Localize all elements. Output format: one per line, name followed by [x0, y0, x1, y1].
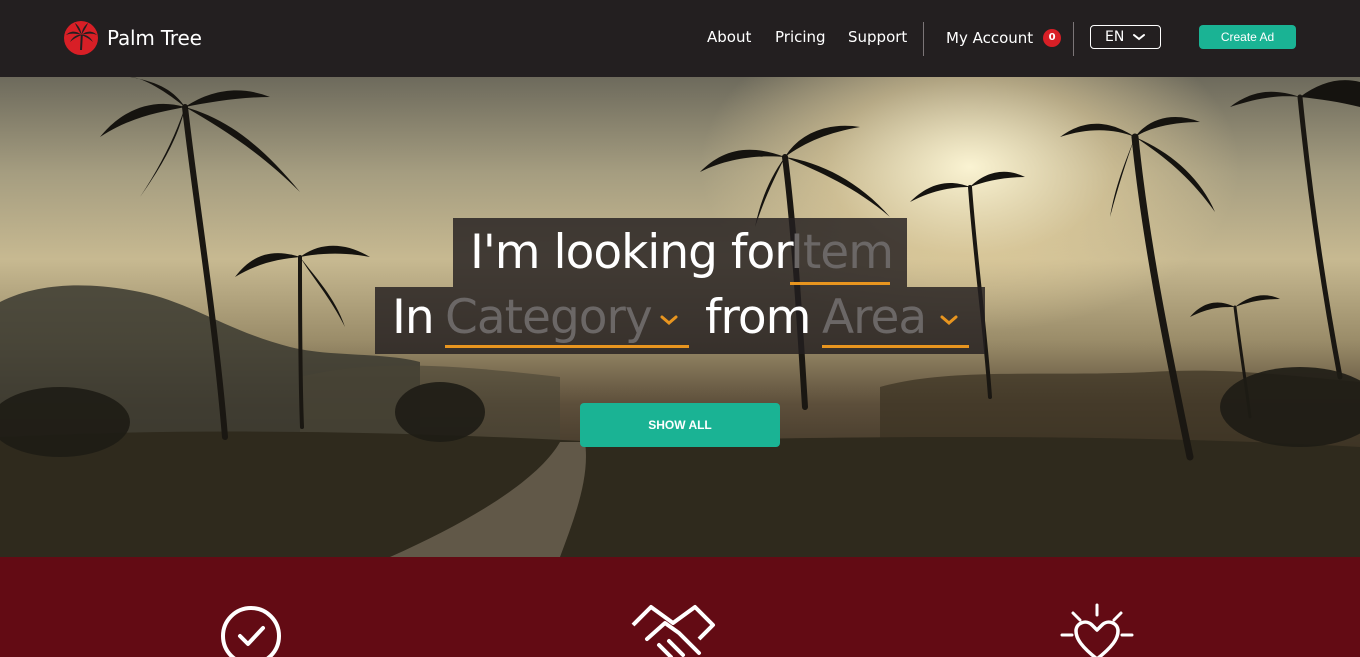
create-ad-button[interactable]: Create Ad — [1199, 25, 1296, 49]
nav-link-about[interactable]: About — [707, 28, 751, 46]
language-selected-value: EN — [1105, 29, 1125, 45]
nav-link-support[interactable]: Support — [848, 28, 907, 46]
glowing-heart-icon — [1060, 603, 1134, 657]
search-phrase-start: I'm looking for — [470, 225, 794, 280]
search-phrase-in: In — [392, 290, 435, 345]
brand-logo-link[interactable]: Palm Tree — [63, 20, 202, 56]
show-all-button[interactable]: SHOW ALL — [580, 403, 780, 447]
chevron-down-icon — [1133, 34, 1146, 41]
hero-banner: I'm looking for Item In Category from Ar… — [0, 77, 1360, 557]
language-select[interactable]: EN — [1090, 25, 1161, 49]
category-select[interactable]: Category — [445, 290, 689, 348]
chevron-down-icon — [940, 315, 958, 325]
category-placeholder: Category — [445, 290, 653, 345]
chevron-down-icon — [660, 315, 678, 325]
features-section — [0, 557, 1360, 657]
palm-tree-logo-icon — [64, 21, 98, 55]
area-placeholder: Area — [822, 290, 927, 345]
nav-divider — [1073, 22, 1074, 56]
nav-link-pricing[interactable]: Pricing — [775, 28, 826, 46]
my-account-label: My Account — [946, 29, 1034, 47]
notification-badge: 0 — [1043, 29, 1062, 47]
item-placeholder: Item — [790, 225, 894, 280]
nav-divider — [923, 22, 924, 56]
item-search-input[interactable]: Item — [790, 225, 894, 285]
area-select[interactable]: Area — [822, 290, 969, 348]
check-circle-icon — [221, 606, 281, 657]
top-navbar: Palm Tree About Pricing Support My Accou… — [0, 0, 1360, 77]
brand-name: Palm Tree — [107, 26, 202, 50]
search-phrase-from: from — [705, 290, 811, 345]
my-account-link[interactable]: My Account 0 — [946, 29, 1062, 47]
handshake-icon — [631, 605, 715, 657]
